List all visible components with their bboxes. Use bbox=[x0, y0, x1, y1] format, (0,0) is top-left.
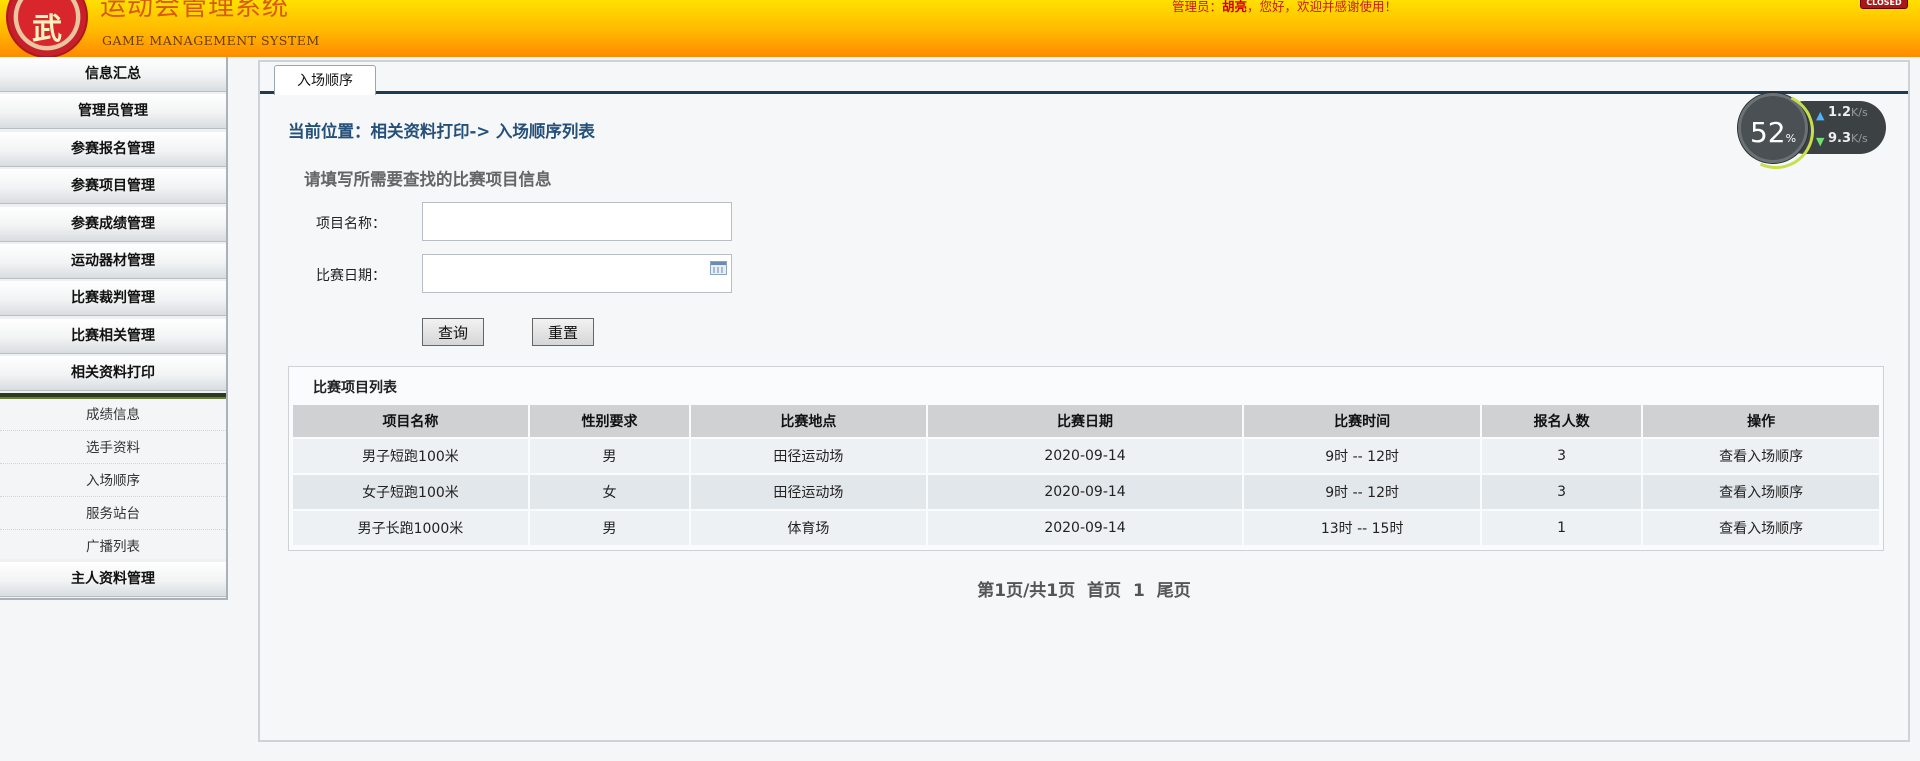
column-header: 性别要求 bbox=[529, 405, 690, 437]
table-row: 男子长跑1000米 男 体育场 2020-09-14 13时 -- 15时 1 … bbox=[293, 511, 1879, 545]
table-cell: 1 bbox=[1482, 511, 1642, 545]
table-row: 男子短跑100米 男 田径运动场 2020-09-14 9时 -- 12时 3 … bbox=[293, 439, 1879, 473]
tab-entry-order[interactable]: 入场顺序 bbox=[274, 65, 376, 95]
sidebar-item-game-related[interactable]: 比赛相关管理 bbox=[0, 319, 226, 354]
table-cell: 查看入场顺序 bbox=[1643, 511, 1879, 545]
event-name-input[interactable] bbox=[422, 202, 732, 241]
reset-button[interactable]: 重置 bbox=[532, 318, 594, 346]
logo: 武 bbox=[6, 0, 88, 57]
event-list-box: 比赛项目列表 项目名称 性别要求 比赛地点 比赛日期 比赛时间 报名人数 操作 … bbox=[288, 366, 1884, 551]
table-cell: 查看入场顺序 bbox=[1643, 475, 1879, 509]
app-header: 武 运动会管理系统 GAME MANAGEMENT SYSTEM 管理员：胡亮，… bbox=[0, 0, 1920, 57]
current-page-link[interactable]: 1 bbox=[1133, 581, 1145, 601]
breadcrumb: 当前位置：相关资料打印-> 入场顺序列表 bbox=[288, 122, 595, 141]
column-header: 比赛时间 bbox=[1244, 405, 1481, 437]
column-header: 操作 bbox=[1643, 405, 1879, 437]
sidebar-item-equipment[interactable]: 运动器材管理 bbox=[0, 244, 226, 279]
upload-arrow-icon: ▲ bbox=[1816, 109, 1825, 122]
submenu-item-broadcast[interactable]: 广播列表 bbox=[0, 531, 226, 563]
table-cell: 13时 -- 15时 bbox=[1244, 511, 1481, 545]
table-cell: 女子短跑100米 bbox=[293, 475, 528, 509]
admin-name: 胡亮 bbox=[1222, 0, 1248, 14]
table-cell: 2020-09-14 bbox=[927, 475, 1243, 509]
sidebar: 信息汇总 管理员管理 参赛报名管理 参赛项目管理 参赛成绩管理 运动器材管理 比… bbox=[0, 57, 228, 600]
table-cell: 3 bbox=[1482, 439, 1642, 473]
submenu-item-entry-order[interactable]: 入场顺序 bbox=[0, 465, 226, 497]
sidebar-item-registration[interactable]: 参赛报名管理 bbox=[0, 132, 226, 167]
first-page-link[interactable]: 首页 bbox=[1087, 581, 1121, 601]
submenu-item-service-station[interactable]: 服务站台 bbox=[0, 498, 226, 530]
sidebar-item-owner-profile[interactable]: 主人资料管理 bbox=[0, 562, 226, 597]
sidebar-item-print[interactable]: 相关资料打印 bbox=[0, 356, 226, 391]
table-cell: 田径运动场 bbox=[691, 439, 926, 473]
last-page-link[interactable]: 尾页 bbox=[1157, 581, 1191, 601]
sidebar-item-info-summary[interactable]: 信息汇总 bbox=[0, 57, 226, 92]
table-cell: 2020-09-14 bbox=[927, 511, 1243, 545]
event-list-title: 比赛项目列表 bbox=[313, 380, 397, 396]
event-table: 项目名称 性别要求 比赛地点 比赛日期 比赛时间 报名人数 操作 男子短跑100… bbox=[291, 403, 1881, 547]
network-speed-widget[interactable]: ▲ 1.2K/s ▼ 9.3K/s 52% bbox=[1738, 93, 1888, 163]
pagination: 第1页/共1页 首页 1 尾页 bbox=[260, 576, 1908, 601]
upload-speed: 1.2K/s bbox=[1828, 105, 1868, 120]
table-cell: 9时 -- 12时 bbox=[1244, 475, 1481, 509]
column-header: 比赛日期 bbox=[927, 405, 1243, 437]
system-title: 运动会管理系统 bbox=[100, 0, 290, 22]
sidebar-item-events[interactable]: 参赛项目管理 bbox=[0, 169, 226, 204]
event-date-label: 比赛日期： bbox=[316, 268, 386, 284]
calendar-icon[interactable] bbox=[710, 261, 727, 275]
system-subtitle: GAME MANAGEMENT SYSTEM bbox=[102, 33, 320, 48]
table-header-row: 项目名称 性别要求 比赛地点 比赛日期 比赛时间 报名人数 操作 bbox=[293, 405, 1879, 437]
page-info: 第1页/共1页 bbox=[977, 581, 1076, 601]
table-cell: 查看入场顺序 bbox=[1643, 439, 1879, 473]
close-button[interactable]: CLOSED bbox=[1860, 0, 1908, 9]
table-cell: 9时 -- 12时 bbox=[1244, 439, 1481, 473]
table-cell: 3 bbox=[1482, 475, 1642, 509]
memory-usage-gauge: 52% bbox=[1738, 93, 1808, 163]
table-cell: 田径运动场 bbox=[691, 475, 926, 509]
table-cell: 体育场 bbox=[691, 511, 926, 545]
table-cell: 男子长跑1000米 bbox=[293, 511, 528, 545]
logo-char: 武 bbox=[32, 12, 62, 47]
column-header: 比赛地点 bbox=[691, 405, 926, 437]
table-row: 女子短跑100米 女 田径运动场 2020-09-14 9时 -- 12时 3 … bbox=[293, 475, 1879, 509]
sidebar-item-admin[interactable]: 管理员管理 bbox=[0, 94, 226, 129]
sidebar-item-referees[interactable]: 比赛裁判管理 bbox=[0, 281, 226, 316]
tab-bar: 入场顺序 bbox=[260, 62, 1908, 95]
main-panel: 入场顺序 当前位置：相关资料打印-> 入场顺序列表 请填写所需要查找的比赛项目信… bbox=[258, 60, 1910, 742]
view-entry-order-link[interactable]: 查看入场顺序 bbox=[1719, 449, 1803, 465]
view-entry-order-link[interactable]: 查看入场顺序 bbox=[1719, 485, 1803, 501]
table-cell: 男 bbox=[529, 439, 690, 473]
admin-suffix: ，您好，欢迎并感谢使用！ bbox=[1247, 0, 1398, 14]
table-cell: 男子短跑100米 bbox=[293, 439, 528, 473]
query-button[interactable]: 查询 bbox=[422, 318, 484, 346]
search-form-title: 请填写所需要查找的比赛项目信息 bbox=[304, 170, 552, 189]
submenu-print: 成绩信息 选手资料 入场顺序 服务站台 广播列表 bbox=[0, 393, 226, 563]
column-header: 项目名称 bbox=[293, 405, 528, 437]
sidebar-item-results[interactable]: 参赛成绩管理 bbox=[0, 207, 226, 242]
memory-usage-percent: 52% bbox=[1749, 116, 1797, 149]
download-speed: 9.3K/s bbox=[1828, 131, 1868, 146]
download-arrow-icon: ▼ bbox=[1816, 135, 1825, 148]
submenu-item-athlete-info[interactable]: 选手资料 bbox=[0, 432, 226, 464]
admin-prefix: 管理员： bbox=[1172, 0, 1223, 14]
event-name-label: 项目名称： bbox=[316, 216, 386, 232]
table-cell: 女 bbox=[529, 475, 690, 509]
admin-greeting: 管理员：胡亮，您好，欢迎并感谢使用！ bbox=[1172, 0, 1397, 15]
table-cell: 男 bbox=[529, 511, 690, 545]
column-header: 报名人数 bbox=[1482, 405, 1642, 437]
submenu-item-results-info[interactable]: 成绩信息 bbox=[0, 399, 226, 431]
event-date-input[interactable] bbox=[422, 254, 732, 293]
view-entry-order-link[interactable]: 查看入场顺序 bbox=[1719, 521, 1803, 537]
table-cell: 2020-09-14 bbox=[927, 439, 1243, 473]
